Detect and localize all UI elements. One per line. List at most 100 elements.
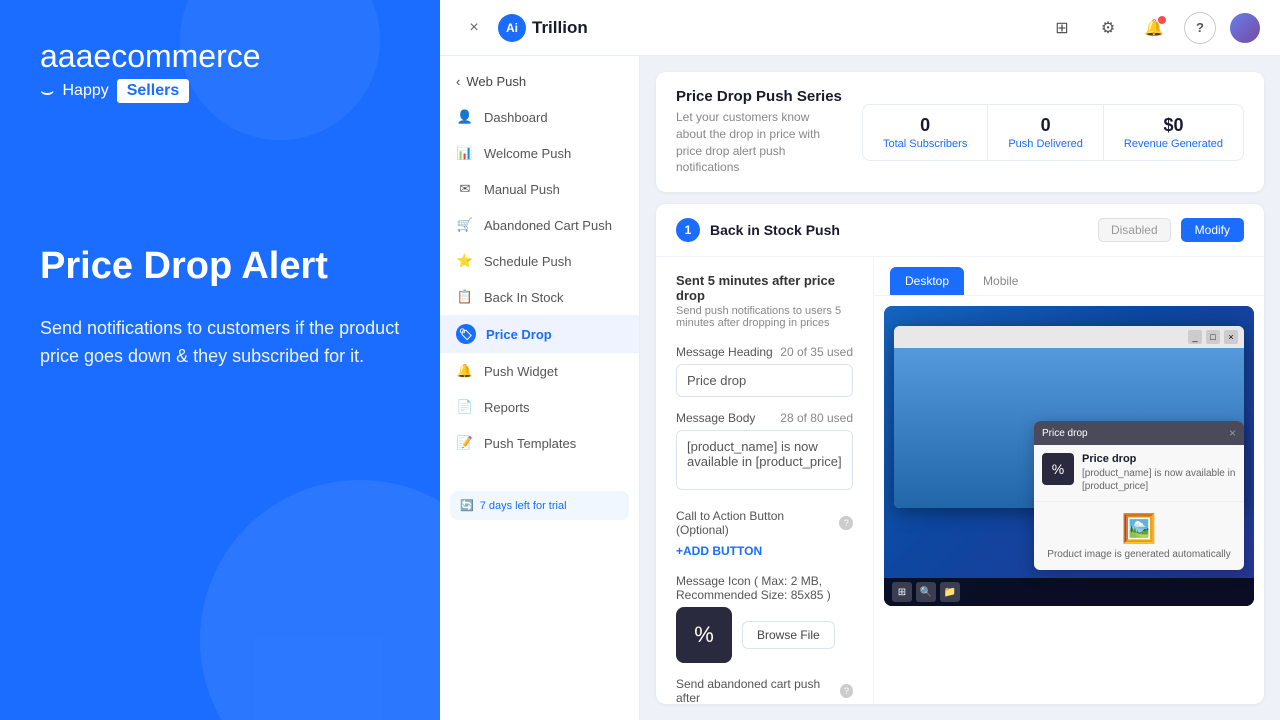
metric-total-subscribers: 0 Total Subscribers — [863, 105, 988, 160]
sidebar-item-abandoned-cart[interactable]: 🛒 Abandoned Cart Push — [440, 207, 639, 243]
main-content: ‹ Web Push 👤 Dashboard 📊 Welcome Push ✉ … — [440, 56, 1280, 720]
push-timing-desc: Send push notifications to users 5 minut… — [676, 305, 853, 329]
grid-icon[interactable]: ⊞ — [1046, 12, 1078, 44]
cart-icon: 🛒 — [456, 216, 474, 234]
taskbar-explorer-icon: 📁 — [940, 582, 960, 602]
settings-icon[interactable]: ⚙ — [1092, 12, 1124, 44]
tab-mobile[interactable]: Mobile — [968, 267, 1033, 295]
back-arrow-icon: ‹ — [456, 74, 460, 89]
browse-file-button[interactable]: Browse File — [742, 621, 835, 649]
modify-button[interactable]: Modify — [1181, 218, 1244, 242]
message-heading-group: Message Heading 20 of 35 used — [676, 345, 853, 397]
brand-name: aaaecommerce — [40, 40, 400, 72]
close-button[interactable]: × — [460, 14, 488, 42]
avatar[interactable] — [1230, 13, 1260, 43]
content-area: Price Drop Push Series Let your customer… — [640, 56, 1280, 720]
app-logo: Ai Trillion — [498, 14, 588, 42]
notification-badge — [1158, 16, 1166, 24]
stats-metrics: 0 Total Subscribers 0 Push Delivered $0 … — [862, 104, 1244, 161]
notification-icon: % — [1042, 453, 1074, 485]
brand-tagline: ⌣ Happy Sellers — [40, 78, 400, 104]
clipboard-icon: 📋 — [456, 288, 474, 306]
tag-icon: 🏷 — [456, 324, 476, 344]
push-card: 1 Back in Stock Push Disabled Modify Sen… — [656, 204, 1264, 704]
bell-icon[interactable]: 🔔 — [1138, 12, 1170, 44]
sidebar-item-manual-push[interactable]: ✉ Manual Push — [440, 171, 639, 207]
sidebar-item-reports[interactable]: 📄 Reports — [440, 389, 639, 425]
sidebar-back-button[interactable]: ‹ Web Push — [440, 64, 639, 99]
add-button[interactable]: +ADD BUTTON — [676, 544, 762, 558]
icon-upload: % Browse File — [676, 607, 853, 663]
cart-timing-group: Send abandoned cart push after ? 5 Minut… — [676, 677, 853, 704]
push-number: 1 — [676, 218, 700, 242]
push-card-body: Sent 5 minutes after price drop Send pus… — [656, 257, 1264, 704]
chart-icon: 📊 — [456, 144, 474, 162]
trial-banner[interactable]: 🔄 7 days left for trial — [450, 491, 629, 520]
cta-group: Call to Action Button (Optional) ? +ADD … — [676, 509, 853, 560]
stats-card: Price Drop Push Series Let your customer… — [656, 72, 1264, 192]
sidebar-item-push-templates[interactable]: 📝 Push Templates — [440, 425, 639, 461]
cta-label: Call to Action Button (Optional) ? — [676, 509, 853, 537]
preview-screen: _ □ × Price drop — [884, 306, 1254, 606]
cart-help-icon[interactable]: ? — [840, 684, 853, 698]
window-titlebar: _ □ × — [894, 326, 1244, 348]
smile-icon: ⌣ — [40, 78, 54, 104]
sidebar-item-back-in-stock[interactable]: 📋 Back In Stock — [440, 279, 639, 315]
bell-sidebar-icon: 🔔 — [456, 362, 474, 380]
taskbar-search-icon: 🔍 — [916, 582, 936, 602]
notification-header: Price drop × — [1034, 421, 1244, 445]
message-heading-input[interactable] — [676, 364, 853, 397]
product-image-icon: 🖼️ — [1044, 512, 1234, 545]
sidebar-item-push-widget[interactable]: 🔔 Push Widget — [440, 353, 639, 389]
brand-logo: aaaecommerce ⌣ Happy Sellers — [40, 40, 400, 104]
message-body-group: Message Body 28 of 80 used — [676, 411, 853, 495]
push-timing: Sent 5 minutes after price drop — [676, 273, 853, 303]
message-body-label: Message Body 28 of 80 used — [676, 411, 853, 425]
sidebar-item-welcome-push[interactable]: 📊 Welcome Push — [440, 135, 639, 171]
taskbar-start-icon: ⊞ — [892, 582, 912, 602]
notification-body: % Price drop [product_name] is now avail… — [1034, 445, 1244, 501]
cart-timing-label: Send abandoned cart push after ? — [676, 677, 853, 704]
star-icon: ⭐ — [456, 252, 474, 270]
metric-push-delivered: 0 Push Delivered — [988, 105, 1104, 160]
notification-popup: Price drop × % Price drop [product_name]… — [1034, 421, 1244, 570]
feature-description: Send notifications to customers if the p… — [40, 314, 400, 372]
icon-preview: % — [676, 607, 732, 663]
push-card-title: Back in Stock Push — [710, 222, 1088, 238]
left-panel: aaaecommerce ⌣ Happy Sellers Price Drop … — [0, 0, 440, 720]
icon-label: Message Icon ( Max: 2 MB, Recommended Si… — [676, 574, 853, 602]
feature-title: Price Drop Alert — [40, 244, 400, 290]
preview-tabs: Desktop Mobile — [874, 257, 1264, 296]
product-image-area: 🖼️ Product image is generated automatica… — [1034, 501, 1244, 570]
taskbar: ⊞ 🔍 📁 — [884, 578, 1254, 606]
logo-text: Trillion — [532, 18, 588, 38]
form-section: Sent 5 minutes after price drop Send pus… — [656, 257, 874, 704]
message-heading-label: Message Heading 20 of 35 used — [676, 345, 853, 359]
notification-close-icon[interactable]: × — [1229, 426, 1236, 440]
win-minimize-icon: _ — [1188, 330, 1202, 344]
app-bar-icons: ⊞ ⚙ 🔔 ? — [1046, 12, 1260, 44]
sidebar: ‹ Web Push 👤 Dashboard 📊 Welcome Push ✉ … — [440, 56, 640, 720]
stats-subtitle: Let your customers know about the drop i… — [676, 109, 842, 176]
sidebar-item-dashboard[interactable]: 👤 Dashboard — [440, 99, 639, 135]
reports-icon: 📄 — [456, 398, 474, 416]
metric-revenue: $0 Revenue Generated — [1104, 105, 1243, 160]
sidebar-item-price-drop[interactable]: 🏷 Price Drop — [440, 315, 639, 353]
push-card-header: 1 Back in Stock Push Disabled Modify — [656, 204, 1264, 257]
product-image-text: Product image is generated automatically — [1044, 549, 1234, 560]
cta-help-icon[interactable]: ? — [839, 516, 853, 530]
win-maximize-icon: □ — [1206, 330, 1220, 344]
win-close-icon: × — [1224, 330, 1238, 344]
message-body-input[interactable] — [676, 430, 853, 490]
disabled-badge[interactable]: Disabled — [1098, 218, 1171, 242]
mail-icon: ✉ — [456, 180, 474, 198]
notification-title: Price drop — [1082, 453, 1236, 465]
stats-info: Price Drop Push Series Let your customer… — [676, 88, 842, 176]
notification-text: Price drop [product_name] is now availab… — [1082, 453, 1236, 493]
help-icon[interactable]: ? — [1184, 12, 1216, 44]
right-panel: × Ai Trillion ⊞ ⚙ 🔔 ? ‹ Web Push 👤 — [440, 0, 1280, 720]
tab-desktop[interactable]: Desktop — [890, 267, 964, 295]
dashboard-icon: 👤 — [456, 108, 474, 126]
trial-icon: 🔄 — [460, 499, 474, 512]
sidebar-item-schedule-push[interactable]: ⭐ Schedule Push — [440, 243, 639, 279]
